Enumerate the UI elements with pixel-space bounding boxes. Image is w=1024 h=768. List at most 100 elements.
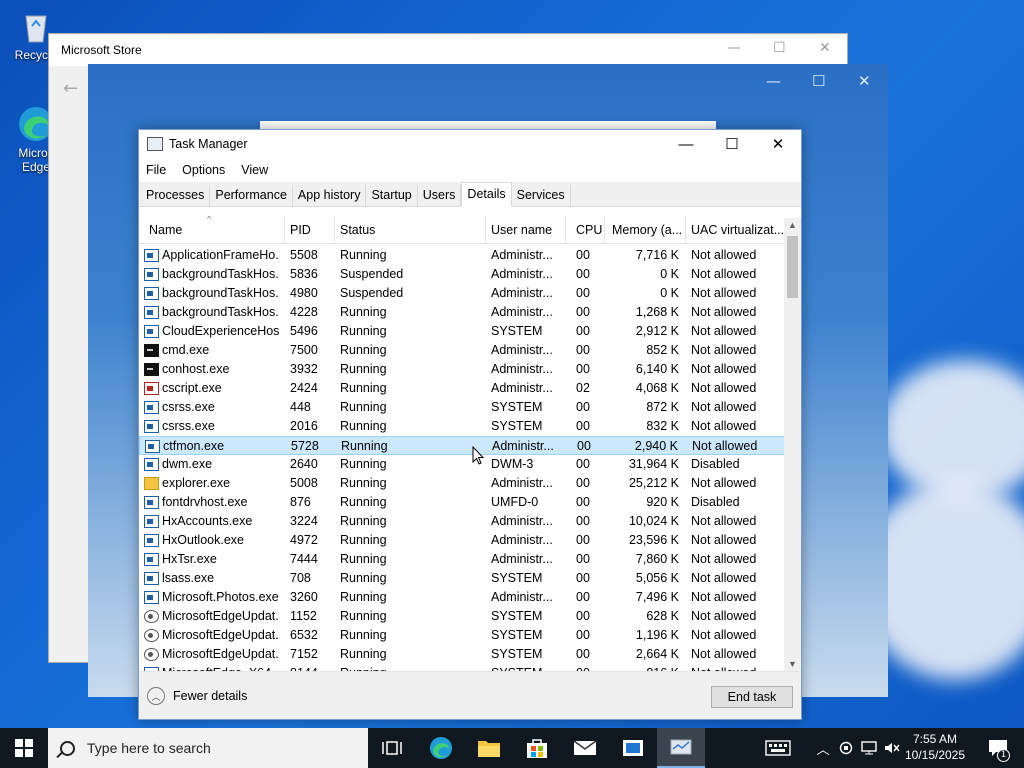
menu-options[interactable]: Options: [182, 163, 225, 177]
cell-pid: 1152: [290, 609, 317, 623]
taskbar-file-explorer-button[interactable]: [465, 728, 513, 768]
table-row[interactable]: CloudExperienceHos... 5496 Running SYSTEM 00…: [139, 322, 785, 341]
cell-user: Administr...: [491, 552, 553, 566]
minimize-icon[interactable]: —: [663, 130, 709, 158]
cell-uac: Not allowed: [691, 590, 757, 604]
table-row[interactable]: backgroundTaskHos... 4980 Suspended Adminis…: [139, 284, 785, 303]
store-close-icon[interactable]: ✕: [819, 40, 831, 56]
start-button[interactable]: [0, 728, 48, 768]
tab-users[interactable]: Users: [418, 185, 462, 206]
action-center-button[interactable]: 1: [978, 728, 1018, 768]
table-row[interactable]: ctfmon.exe 5728 Running Administr... 00 2,940…: [139, 436, 785, 455]
column-header-pid[interactable]: PID: [290, 223, 311, 237]
cell-uac: Not allowed: [691, 628, 757, 642]
window-icon: [144, 249, 159, 262]
scroll-down-icon[interactable]: ▼: [784, 659, 801, 669]
table-row[interactable]: MicrosoftEdgeUpdat... 6532 Running SYSTEM 00…: [139, 626, 785, 645]
cell-name: HxOutlook.exe: [162, 533, 244, 547]
taskbar-mail-button[interactable]: [561, 728, 609, 768]
table-row[interactable]: cscript.exe 2424 Running Administr... 02 4,06…: [139, 379, 785, 398]
end-task-button[interactable]: End task: [711, 686, 793, 708]
scrollbar-thumb[interactable]: [787, 236, 798, 298]
table-row[interactable]: ApplicationFrameHo... 5508 Running Administ…: [139, 246, 785, 265]
cell-pid: 3932: [290, 362, 318, 376]
table-row[interactable]: conhost.exe 3932 Running Administr... 00 6,14…: [139, 360, 785, 379]
table-row[interactable]: csrss.exe 448 Running SYSTEM 00 872 K Not allo…: [139, 398, 785, 417]
table-row[interactable]: cmd.exe 7500 Running Administr... 00 852 K Not…: [139, 341, 785, 360]
cell-pid: 5496: [290, 324, 318, 338]
blue-window-maximize-icon[interactable]: ☐: [812, 72, 825, 90]
task-manager-window[interactable]: Task Manager — ☐ ✕ File Options View Pro…: [138, 129, 802, 720]
taskbar-photos-button[interactable]: [609, 728, 657, 768]
cell-uac: Not allowed: [691, 514, 757, 528]
column-header-memory[interactable]: Memory (a...: [612, 223, 682, 237]
taskbar-search-box[interactable]: Type here to search: [48, 728, 368, 768]
table-row[interactable]: HxTsr.exe 7444 Running Administr... 00 7,860 …: [139, 550, 785, 569]
table-row[interactable]: MicrosoftEdgeUpdat... 7152 Running SYSTEM 00…: [139, 645, 785, 664]
menu-file[interactable]: File: [146, 163, 166, 177]
taskbar-clock[interactable]: 7:55 AM 10/15/2025: [890, 731, 980, 763]
column-header-name[interactable]: Name: [149, 223, 182, 237]
store-back-icon[interactable]: ←: [63, 78, 78, 99]
cell-cpu: 00: [576, 571, 590, 585]
cell-uac: Not allowed: [691, 267, 757, 281]
taskbar-store-button[interactable]: [513, 728, 561, 768]
folder-icon: [478, 741, 500, 757]
tab-processes[interactable]: Processes: [141, 185, 211, 206]
table-row[interactable]: backgroundTaskHos... 5836 Suspended Adminis…: [139, 265, 785, 284]
table-row[interactable]: MicrosoftEdge_X64... 8144 Running SYSTEM 00 8…: [139, 664, 785, 671]
tab-details[interactable]: Details: [461, 182, 512, 207]
scroll-up-icon[interactable]: ▲: [784, 220, 801, 230]
input-indicator-button[interactable]: [760, 728, 796, 768]
cell-memory: 920 K: [646, 495, 679, 509]
menu-view[interactable]: View: [241, 163, 268, 177]
taskbar-edge-button[interactable]: [417, 728, 465, 768]
cell-cpu: 00: [576, 514, 590, 528]
store-minimize-icon[interactable]: —: [727, 40, 741, 56]
maximize-icon[interactable]: ☐: [709, 130, 755, 158]
cell-cpu: 00: [576, 552, 590, 566]
cell-name: cscript.exe: [162, 381, 222, 395]
cell-memory: 23,596 K: [628, 533, 679, 547]
table-row[interactable]: MicrosoftEdgeUpdat... 1152 Running SYSTEM 00…: [139, 607, 785, 626]
table-row[interactable]: Microsoft.Photos.exe 3260 Running Administr…: [139, 588, 785, 607]
show-hidden-icons-button[interactable]: ︿: [812, 728, 834, 768]
table-row[interactable]: backgroundTaskHos... 4228 Running Administr…: [139, 303, 785, 322]
network-icon[interactable]: [858, 728, 880, 768]
store-icon: [527, 739, 547, 758]
table-row[interactable]: lsass.exe 708 Running SYSTEM 00 5,056 K Not al…: [139, 569, 785, 588]
tab-startup[interactable]: Startup: [366, 185, 418, 206]
tab-services[interactable]: Services: [512, 185, 571, 206]
cell-memory: 7,860 K: [635, 552, 679, 566]
blue-window-minimize-icon[interactable]: —: [766, 72, 781, 90]
tab-performance[interactable]: Performance: [210, 185, 293, 206]
cell-user: Administr...: [491, 362, 553, 376]
cell-uac: Not allowed: [691, 647, 757, 661]
column-header-cpu[interactable]: CPU: [576, 223, 602, 237]
script-icon: [144, 382, 159, 395]
table-row[interactable]: dwm.exe 2640 Running DWM-3 00 31,964 K Disable…: [139, 455, 785, 474]
taskbar-task-manager-button[interactable]: [657, 728, 705, 768]
column-header-status[interactable]: Status: [340, 223, 375, 237]
cell-memory: 25,212 K: [628, 476, 679, 490]
close-icon[interactable]: ✕: [755, 130, 801, 158]
table-row[interactable]: csrss.exe 2016 Running SYSTEM 00 832 K Not all…: [139, 417, 785, 436]
tab-app-history[interactable]: App history: [293, 185, 367, 206]
fewer-details-button[interactable]: ︿ Fewer details: [147, 687, 247, 705]
vertical-scrollbar[interactable]: ▲ ▼: [784, 218, 801, 671]
table-row[interactable]: explorer.exe 5008 Running Administr... 00 25,…: [139, 474, 785, 493]
blue-window-close-icon[interactable]: ✕: [858, 72, 871, 90]
cell-status: Running: [340, 400, 387, 414]
store-maximize-icon[interactable]: ☐: [773, 40, 786, 56]
table-row[interactable]: HxOutlook.exe 4972 Running Administr... 00 23…: [139, 531, 785, 550]
cell-uac: Not allowed: [691, 362, 757, 376]
column-header-uac-virtualization[interactable]: UAC virtualizat...: [691, 223, 784, 237]
table-row[interactable]: fontdrvhost.exe 876 Running UMFD-0 00 920 K Di…: [139, 493, 785, 512]
task-view-button[interactable]: [368, 728, 416, 768]
column-header-user-name[interactable]: User name: [491, 223, 552, 237]
cell-uac: Not allowed: [691, 533, 757, 547]
cell-user: Administr...: [492, 439, 554, 453]
store-window-title: Microsoft Store: [61, 43, 142, 57]
tray-device-icon[interactable]: [836, 728, 856, 768]
table-row[interactable]: HxAccounts.exe 3224 Running Administr... 00 1…: [139, 512, 785, 531]
